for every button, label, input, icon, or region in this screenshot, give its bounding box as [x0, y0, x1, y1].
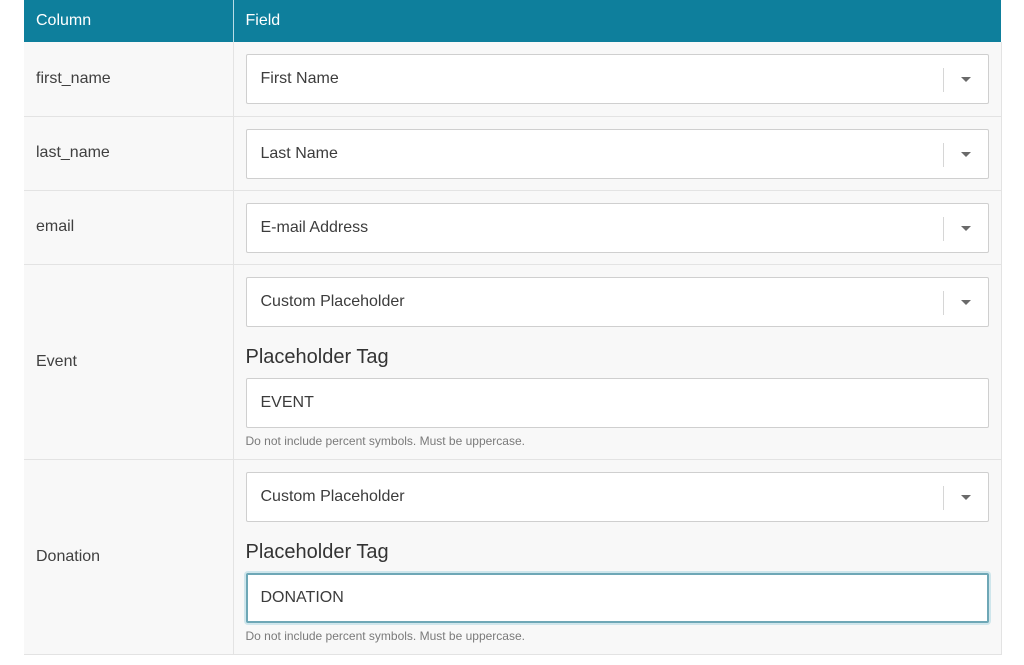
field-select-email[interactable]: E-mail Address	[245, 202, 989, 253]
select-divider	[942, 68, 944, 93]
chevron-down-icon[interactable]	[960, 77, 971, 83]
field-cell: Last Name	[233, 116, 1002, 191]
field-select-donation[interactable]: Custom Placeholder	[245, 471, 989, 522]
select-divider	[942, 290, 944, 315]
table-row: last_name Last Name	[24, 116, 1002, 191]
field-cell: Custom Placeholder Placeholder Tag DONAT…	[233, 459, 1002, 655]
column-mapping-panel: Column Field first_name First Name last_…	[24, 0, 1002, 655]
column-name: Donation	[24, 459, 234, 655]
select-value: First Name	[260, 70, 339, 88]
field-cell: First Name	[233, 42, 1002, 117]
field-select-event[interactable]: Custom Placeholder	[245, 276, 989, 327]
table-row: first_name First Name	[24, 42, 1002, 117]
chevron-down-icon[interactable]	[960, 299, 971, 305]
select-divider	[942, 142, 944, 167]
chevron-down-icon[interactable]	[960, 225, 971, 231]
placeholder-tag-input-donation[interactable]: DONATION	[245, 572, 989, 623]
input-value: DONATION	[260, 588, 344, 606]
table-row: Event Custom Placeholder Placeholder Tag…	[24, 264, 1002, 460]
select-divider	[942, 485, 944, 510]
select-divider	[942, 216, 944, 241]
placeholder-tag-label: Placeholder Tag	[245, 540, 389, 563]
select-value: Last Name	[260, 144, 338, 162]
chevron-down-icon[interactable]	[960, 151, 971, 157]
field-select-first-name[interactable]: First Name	[245, 54, 989, 105]
help-text: Do not include percent symbols. Must be …	[245, 628, 525, 643]
table-row: Donation Custom Placeholder Placeholder …	[24, 459, 1002, 655]
input-value: EVENT	[260, 393, 314, 411]
select-value: Custom Placeholder	[260, 487, 405, 505]
field-cell: E-mail Address	[233, 190, 1002, 265]
field-cell: Custom Placeholder Placeholder Tag EVENT…	[233, 264, 1002, 460]
column-mapping-table: Column Field first_name First Name last_…	[24, 0, 1002, 655]
chevron-down-icon[interactable]	[960, 494, 971, 500]
table-header-row: Column Field	[24, 0, 1001, 42]
column-header: Column	[24, 0, 234, 42]
column-name: email	[24, 190, 234, 265]
column-name: Event	[24, 264, 234, 460]
column-name: first_name	[24, 42, 234, 117]
select-value: Custom Placeholder	[260, 292, 405, 310]
placeholder-tag-label: Placeholder Tag	[245, 345, 389, 368]
field-select-last-name[interactable]: Last Name	[245, 128, 989, 179]
help-text: Do not include percent symbols. Must be …	[245, 433, 525, 448]
field-header: Field	[233, 0, 1001, 42]
column-name: last_name	[24, 116, 234, 191]
table-row: email E-mail Address	[24, 190, 1002, 265]
select-value: E-mail Address	[260, 218, 369, 236]
placeholder-tag-input-event[interactable]: EVENT	[245, 377, 989, 428]
